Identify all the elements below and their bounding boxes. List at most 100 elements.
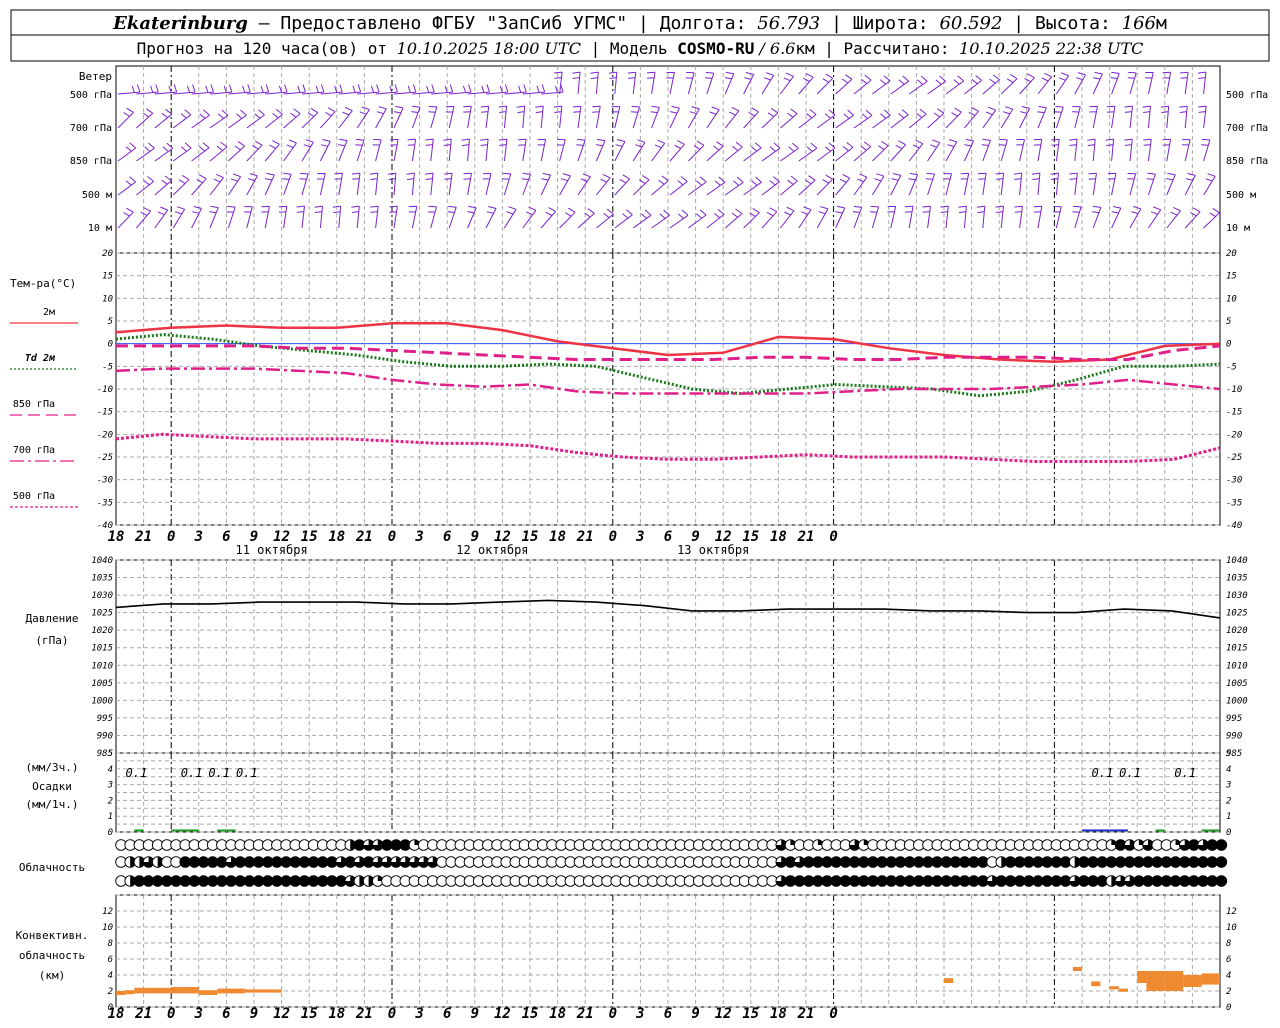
y-tick-label-right: -30	[1226, 476, 1242, 486]
y-tick-label-right: -5	[1226, 362, 1237, 372]
wind-barb	[922, 205, 931, 229]
y-tick-label-right: 1000	[1226, 696, 1248, 706]
wind-barb	[743, 72, 755, 95]
conv-bar	[198, 990, 218, 995]
wind-barb	[1124, 138, 1133, 162]
y-tick-label-right: 995	[1226, 714, 1242, 724]
wind-barb	[1166, 206, 1181, 229]
wind-barb	[632, 209, 652, 229]
legend-label: 700 гПа	[13, 445, 55, 456]
y-tick-label-left: 995	[97, 714, 113, 724]
wind-barb	[669, 105, 680, 129]
precip-title: Осадки	[32, 780, 72, 793]
wind-title: Ветер	[79, 70, 112, 83]
wind-barb	[650, 105, 660, 129]
conv-title2: облачность	[19, 949, 85, 962]
precip-unit2: (мм/1ч.)	[26, 798, 79, 811]
cloud-title: Облачность	[19, 861, 85, 874]
y-tick-label-left: 1	[108, 812, 113, 822]
wind-barb	[537, 138, 547, 162]
precip-label: 0.1	[1092, 766, 1114, 780]
wind-barb	[1146, 172, 1156, 196]
precip-bar	[134, 829, 144, 832]
conv-bar	[944, 978, 954, 983]
wind-barb	[871, 173, 885, 196]
wind-barb	[172, 109, 192, 129]
y-tick-label-left: 1015	[91, 644, 113, 654]
hour-tick-label: 21	[355, 1006, 373, 1022]
hour-tick-label: 9	[691, 1006, 699, 1022]
conv-bar	[1118, 988, 1128, 992]
y-tick-label-right: 15	[1226, 272, 1237, 282]
wind-barb	[351, 205, 360, 229]
wind-barb	[960, 172, 970, 196]
wind-barb	[1051, 138, 1060, 162]
wind-barb	[372, 139, 382, 162]
hour-tick-label: 21	[134, 1006, 152, 1022]
y-tick-label-right: 2	[1226, 987, 1231, 997]
conv-bar	[125, 990, 135, 995]
hour-tick-label: 12	[494, 1006, 511, 1022]
wind-barb	[117, 84, 141, 95]
wind-barb	[370, 205, 379, 229]
conv-bar	[134, 987, 172, 994]
y-tick-label-left: 3	[107, 781, 113, 791]
wind-barb	[1142, 105, 1151, 129]
wind-barb	[651, 139, 666, 162]
precip-bar	[1109, 829, 1128, 832]
header-line1: Ekaterinburg – Предоставлено ФГБУ "ЗапСи…	[112, 13, 1167, 34]
wind-barb	[688, 209, 707, 229]
precip-label: 0.1	[208, 766, 230, 780]
wind-level-label: 700 гПа	[70, 123, 112, 134]
wind-barb	[780, 206, 795, 229]
wind-barb	[227, 173, 242, 196]
wind-barb	[1000, 106, 1014, 129]
y-tick-label-left: -20	[97, 430, 113, 440]
meteogram: Ekaterinburg – Предоставлено ФГБУ "ЗапСи…	[10, 9, 1270, 1022]
wind-barb	[1054, 105, 1064, 129]
wind-barb	[958, 205, 967, 229]
y-tick-label-right: 1005	[1226, 679, 1248, 689]
wind-barb	[172, 206, 186, 229]
wind-barb	[685, 71, 695, 95]
conv-title1: Конвективн.	[16, 929, 89, 942]
wind-barb	[1203, 207, 1220, 229]
wind-barb	[355, 138, 365, 162]
wind-barb	[976, 205, 986, 229]
wind-barb	[688, 176, 707, 196]
wind-barb	[425, 138, 434, 162]
y-tick-label-left: 5	[108, 317, 113, 327]
hour-tick-label: 18	[328, 1006, 345, 1022]
y-tick-label-left: -10	[97, 385, 113, 395]
hour-tick-label: 18	[108, 1006, 125, 1022]
wind-barb	[945, 75, 965, 95]
wind-barb	[117, 107, 134, 129]
y-tick-label-right: 8	[1226, 939, 1231, 949]
y-tick-label-left: 1035	[91, 574, 113, 584]
y-tick-label-right: 0	[1226, 1003, 1231, 1013]
y-tick-label-left: 6	[108, 955, 113, 965]
wind-barb	[816, 142, 836, 162]
y-tick-label-right: 0	[1226, 828, 1231, 838]
hour-tick-label: 18	[549, 1006, 566, 1022]
wind-barb	[981, 138, 991, 162]
wind-level-label: 500 м	[82, 190, 112, 201]
wind-barb	[243, 206, 253, 229]
wind-barb	[1198, 105, 1207, 129]
y-tick-label-right: 1025	[1226, 609, 1248, 619]
y-tick-label-left: 4	[108, 971, 113, 981]
wind-barb	[1184, 207, 1201, 229]
conv-bar	[1201, 973, 1220, 985]
y-tick-label-left: 10	[102, 923, 113, 933]
wind-barb	[978, 172, 987, 196]
wind-barb	[706, 209, 725, 229]
wind-barb	[554, 71, 563, 95]
wind-barb	[1069, 172, 1078, 196]
wind-barb	[1000, 73, 1018, 95]
header-line2: Прогноз на 120 часа(ов) от 10.10.2025 18…	[137, 39, 1144, 58]
wind-barb	[540, 207, 556, 229]
y-tick-label-left: 2	[108, 987, 113, 997]
y-tick-label-left: -5	[102, 362, 113, 372]
y-tick-label-right: 12	[1226, 907, 1237, 917]
pressure-title: Давление	[26, 612, 79, 625]
